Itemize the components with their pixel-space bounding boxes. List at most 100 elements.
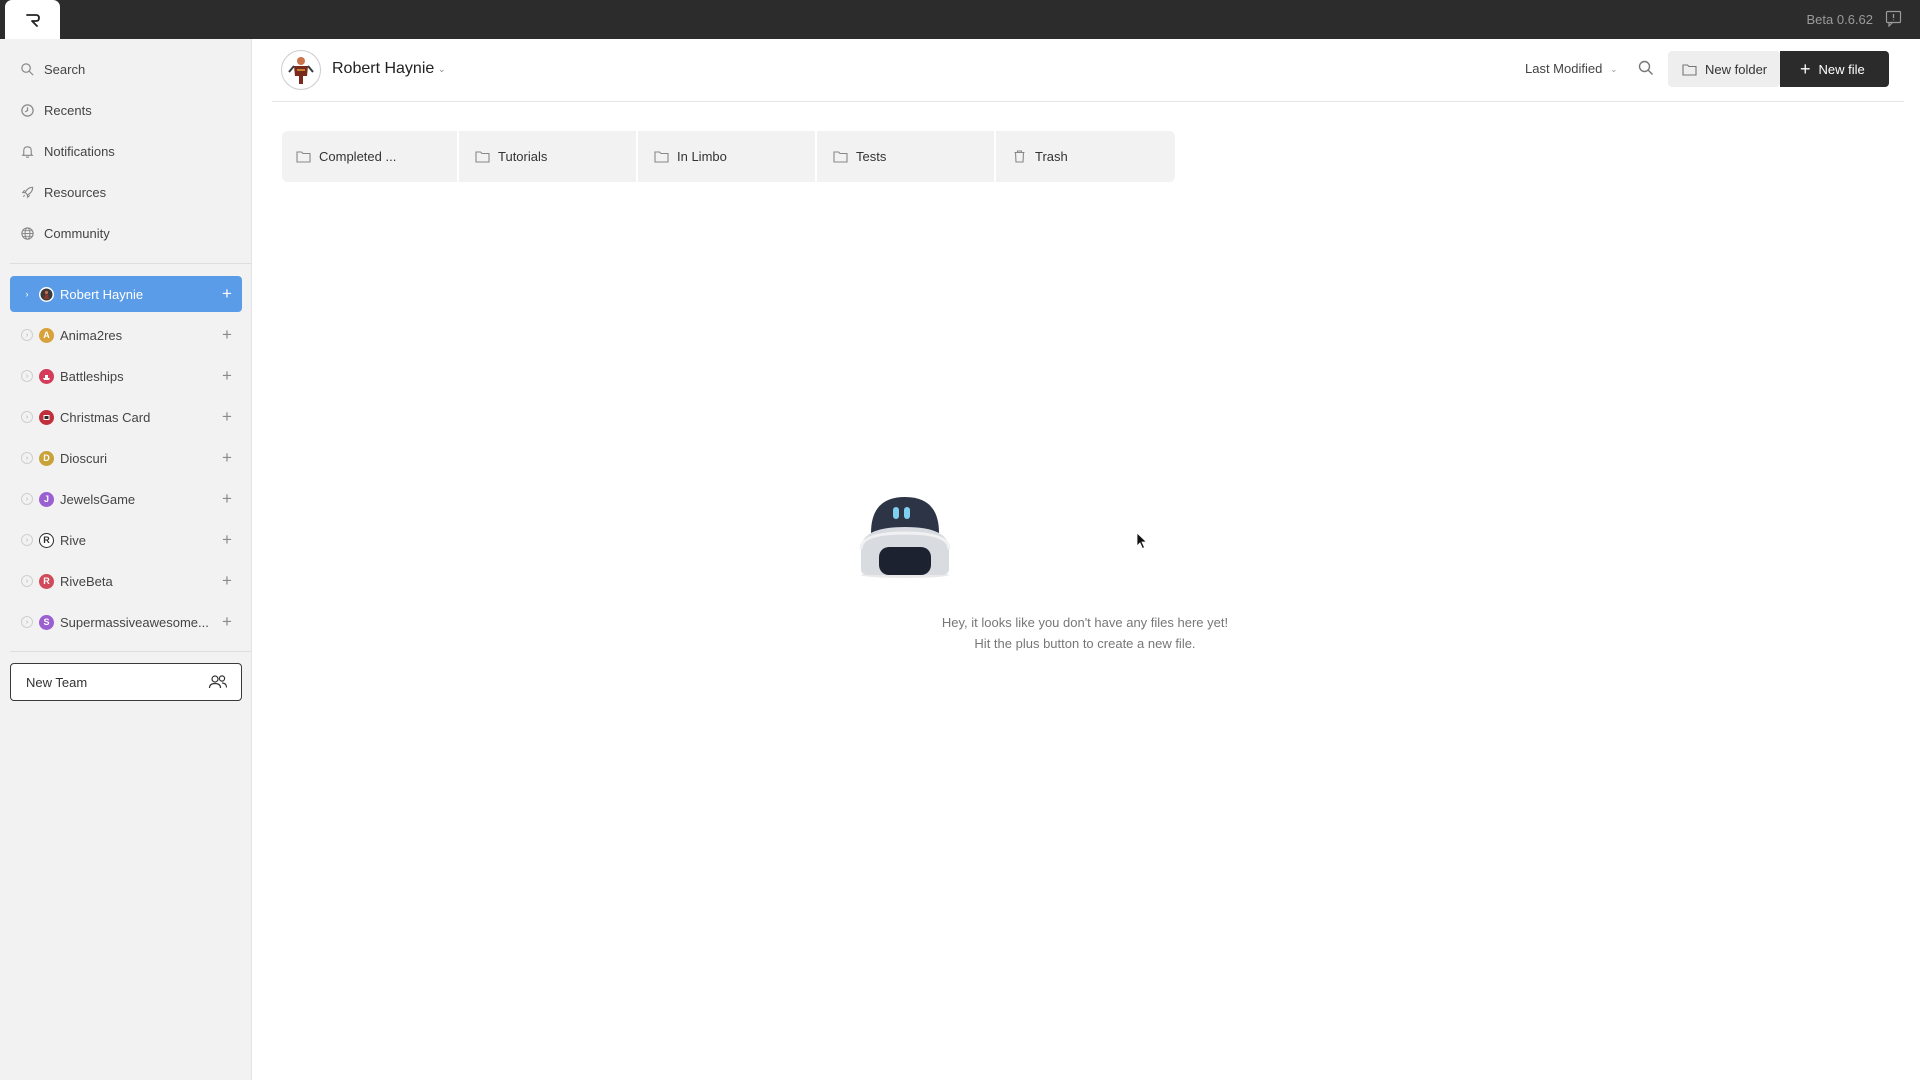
add-file-button[interactable]: + xyxy=(212,612,242,632)
sidebar-search-label: Search xyxy=(44,61,86,77)
add-file-button[interactable]: + xyxy=(212,448,242,468)
avatar[interactable] xyxy=(281,50,321,90)
folder-tutorials[interactable]: Tutorials xyxy=(461,131,638,182)
chevron-right-icon[interactable]: › xyxy=(21,452,33,464)
folder-label: Completed ... xyxy=(319,149,397,164)
home-tab[interactable] xyxy=(5,0,60,39)
add-file-button[interactable]: + xyxy=(212,284,242,304)
avatar xyxy=(39,409,54,425)
chevron-right-icon[interactable]: › xyxy=(21,370,33,382)
sidebar-notifications[interactable]: Notifications xyxy=(0,134,252,168)
sidebar-recents[interactable]: Recents xyxy=(0,93,252,127)
team-item-christmas-card[interactable]: › Christmas Card + xyxy=(10,399,242,435)
folder-tests[interactable]: Tests xyxy=(819,131,996,182)
chevron-right-icon[interactable]: › xyxy=(21,329,33,341)
chevron-right-icon[interactable]: › xyxy=(21,288,33,300)
folder-label: Tests xyxy=(856,149,887,164)
empty-state-hint: Hit the plus button to create a new file… xyxy=(974,636,1196,651)
top-bar: Beta 0.6.62 xyxy=(0,0,1920,39)
sidebar-community[interactable]: Community xyxy=(0,216,252,250)
sidebar-divider xyxy=(10,263,252,264)
bell-icon xyxy=(20,145,34,158)
new-folder-label: New folder xyxy=(1705,61,1768,77)
avatar xyxy=(39,368,54,384)
avatar: A xyxy=(39,327,54,343)
search-icon[interactable] xyxy=(1637,59,1655,77)
team-item-rivebeta[interactable]: › R RiveBeta + xyxy=(10,563,242,599)
team-name: Battleships xyxy=(60,368,124,384)
feedback-icon[interactable] xyxy=(1885,10,1902,27)
chevron-right-icon[interactable]: › xyxy=(21,534,33,546)
chevron-down-icon[interactable]: ⌄ xyxy=(1610,64,1618,75)
team-item-dioscuri[interactable]: › D Dioscuri + xyxy=(10,440,242,476)
sidebar-notifications-label: Notifications xyxy=(44,143,115,159)
team-name: Robert Haynie xyxy=(60,286,144,302)
add-file-button[interactable]: + xyxy=(212,571,242,591)
new-file-button[interactable]: + New file xyxy=(1780,51,1889,87)
add-file-button[interactable]: + xyxy=(212,325,242,345)
team-name: Supermassiveawesome... xyxy=(60,614,209,630)
team-name: JewelsGame xyxy=(60,491,136,507)
new-folder-button[interactable]: New folder xyxy=(1668,51,1780,87)
new-team-button[interactable]: New Team xyxy=(10,663,242,701)
version-label: Beta 0.6.62 xyxy=(1806,12,1874,27)
new-file-label: New file xyxy=(1818,61,1865,77)
chevron-right-icon[interactable]: › xyxy=(21,493,33,505)
team-item-battleships[interactable]: › Battleships + xyxy=(10,358,242,394)
sidebar-search[interactable]: Search xyxy=(0,52,252,86)
clock-icon xyxy=(20,103,34,117)
folder-label: Tutorials xyxy=(498,149,548,164)
new-team-label: New Team xyxy=(26,674,88,690)
add-file-button[interactable]: + xyxy=(212,366,242,386)
sort-dropdown[interactable]: Last Modified xyxy=(1525,61,1602,76)
folder-list: Completed ... Tutorials In Limbo Tests T… xyxy=(282,131,1175,182)
mouse-cursor-icon xyxy=(1136,532,1148,550)
avatar: S xyxy=(39,614,54,630)
team-icon xyxy=(208,675,228,689)
add-file-button[interactable]: + xyxy=(212,530,242,550)
team-name: Anima2res xyxy=(60,327,123,343)
chevron-right-icon[interactable]: › xyxy=(21,575,33,587)
folder-icon xyxy=(1682,63,1697,76)
folder-trash[interactable]: Trash xyxy=(998,131,1175,182)
folder-label: Trash xyxy=(1035,149,1068,164)
team-item-rive[interactable]: › R Rive + xyxy=(10,522,242,558)
avatar: J xyxy=(39,491,54,507)
sidebar-community-label: Community xyxy=(44,225,110,241)
avatar xyxy=(39,286,54,302)
team-name: Dioscuri xyxy=(60,450,107,466)
chevron-down-icon[interactable]: ⌄ xyxy=(438,64,446,75)
team-name: Christmas Card xyxy=(60,409,151,425)
rive-logo-icon xyxy=(25,13,40,27)
avatar: R xyxy=(39,573,54,589)
user-name-dropdown[interactable]: Robert Haynie xyxy=(332,60,434,78)
chevron-right-icon[interactable]: › xyxy=(21,411,33,423)
empty-state-message: Hey, it looks like you don't have any fi… xyxy=(941,615,1229,630)
team-name: Rive xyxy=(60,532,87,548)
team-item-anima2res[interactable]: › A Anima2res + xyxy=(10,317,242,353)
trash-icon xyxy=(1014,150,1025,163)
folder-icon xyxy=(475,151,490,163)
team-item-jewelsgame[interactable]: › J JewelsGame + xyxy=(10,481,242,517)
add-file-button[interactable]: + xyxy=(212,407,242,427)
empty-state-robot-illustration xyxy=(859,497,951,578)
sidebar-resources[interactable]: Resources xyxy=(0,175,252,209)
globe-icon xyxy=(20,226,34,240)
chevron-right-icon[interactable]: › xyxy=(21,616,33,628)
folder-label: In Limbo xyxy=(677,149,727,164)
folder-in-limbo[interactable]: In Limbo xyxy=(640,131,817,182)
folder-icon xyxy=(833,151,848,163)
rocket-icon xyxy=(21,186,33,198)
search-icon xyxy=(20,62,34,76)
folder-completed[interactable]: Completed ... xyxy=(282,131,459,182)
avatar: R xyxy=(39,532,54,548)
sidebar-recents-label: Recents xyxy=(44,102,92,118)
plus-icon: + xyxy=(1800,59,1811,79)
folder-icon xyxy=(654,151,669,163)
team-item-supermassiveawesome[interactable]: › S Supermassiveawesome... + xyxy=(10,604,242,640)
add-file-button[interactable]: + xyxy=(212,489,242,509)
sidebar: Search Recents Notifications Resources C… xyxy=(0,39,252,1080)
team-name: RiveBeta xyxy=(60,573,113,589)
main-header: Robert Haynie ⌄ Last Modified ⌄ New fold… xyxy=(272,39,1904,102)
team-item-robert-haynie[interactable]: › Robert Haynie + xyxy=(10,276,242,312)
